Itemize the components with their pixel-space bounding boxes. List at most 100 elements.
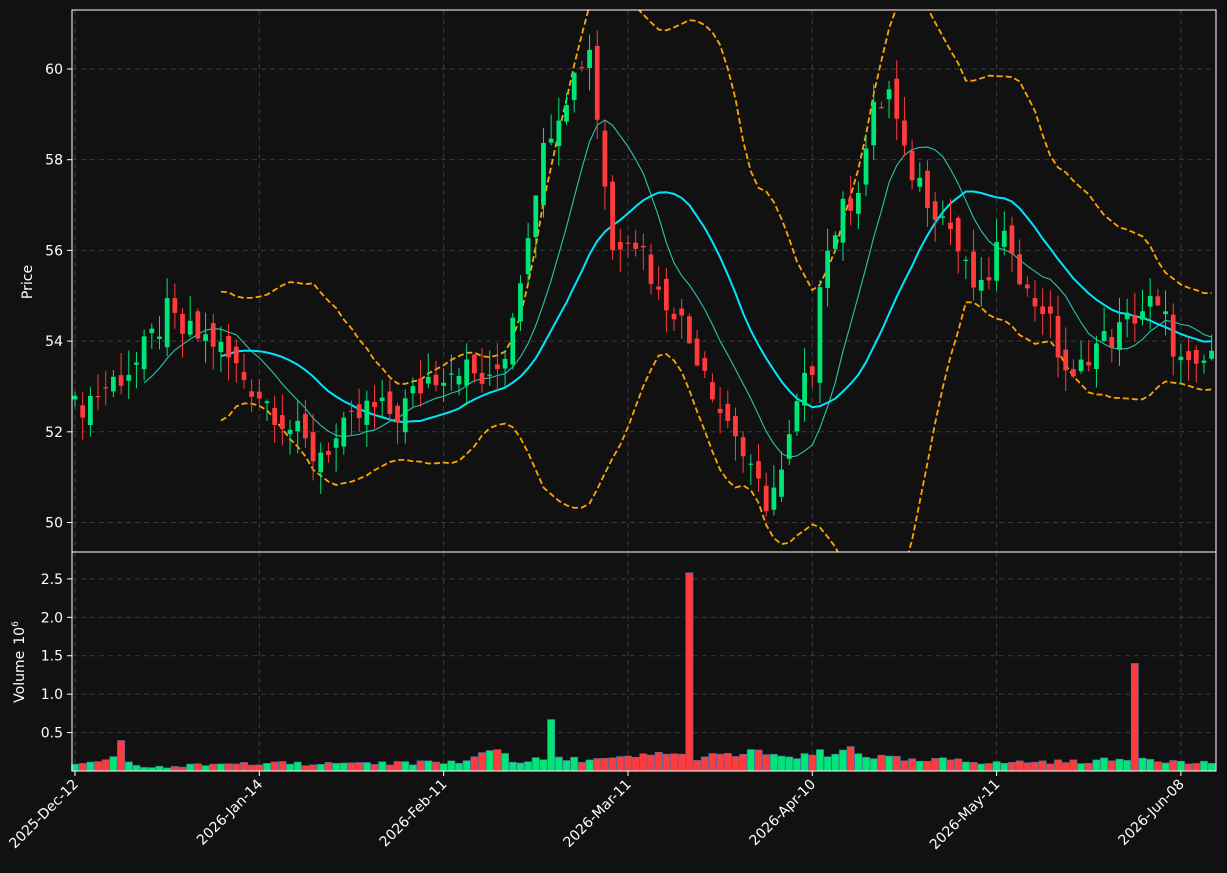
- volume-bar: [862, 756, 870, 772]
- candle-body: [925, 170, 930, 209]
- candle-body: [441, 382, 447, 386]
- volume-bar: [731, 756, 740, 772]
- volume-bar: [508, 761, 517, 772]
- candle-body: [886, 89, 892, 100]
- candle-body: [909, 150, 915, 181]
- candle-body: [87, 395, 93, 426]
- candle-body: [948, 222, 953, 230]
- volume-bar: [1184, 763, 1193, 772]
- volume-bar: [1130, 663, 1139, 772]
- candle-body: [594, 45, 600, 120]
- volume-bar: [1084, 762, 1093, 772]
- volume-bar: [270, 761, 279, 772]
- candle-body: [940, 216, 946, 218]
- candle-body: [456, 375, 462, 385]
- candle-body: [1101, 331, 1107, 342]
- price-tick-label: 50: [45, 516, 63, 532]
- volume-bar: [831, 753, 840, 772]
- candle-body: [579, 67, 585, 69]
- volume-bar: [1192, 763, 1201, 772]
- candle-body: [694, 338, 700, 366]
- candle-body: [425, 376, 431, 384]
- candle-body: [1155, 296, 1161, 306]
- candle-body: [625, 242, 631, 244]
- candle-body: [917, 177, 923, 187]
- candle-body: [295, 420, 301, 432]
- candle-body: [902, 120, 907, 146]
- volume-bar: [954, 758, 963, 772]
- volume-bar: [769, 754, 778, 772]
- volume-bar: [455, 763, 463, 772]
- volume-bar: [401, 761, 410, 772]
- candle-body: [241, 372, 247, 380]
- volume-bar: [1115, 758, 1124, 772]
- candle-body: [126, 374, 132, 381]
- volume-bar: [101, 759, 110, 772]
- volume-bar: [670, 753, 678, 772]
- volume-bar: [562, 760, 571, 772]
- candle-body: [164, 298, 170, 348]
- volume-bar: [685, 572, 694, 772]
- candle-body: [748, 463, 754, 465]
- candle-body: [95, 395, 101, 398]
- candle-body: [710, 382, 715, 400]
- candle-body: [648, 254, 654, 285]
- candle-body: [356, 404, 362, 419]
- candle-body: [733, 415, 738, 437]
- volume-bar: [1007, 762, 1016, 772]
- candle-body: [879, 107, 884, 109]
- volume-bar: [255, 764, 264, 772]
- candle-body: [279, 415, 285, 429]
- candle-body: [349, 410, 354, 412]
- volume-bar: [1046, 763, 1055, 772]
- candle-body: [817, 287, 823, 383]
- volume-bar: [746, 749, 755, 772]
- volume-bar: [608, 757, 617, 772]
- candle-body: [410, 386, 416, 394]
- candle-body: [1109, 337, 1115, 348]
- candle-body: [610, 181, 615, 251]
- candle-body: [1040, 306, 1046, 315]
- candle-body: [487, 374, 493, 376]
- candle-body: [1094, 343, 1099, 370]
- volume-bar: [493, 749, 502, 772]
- volume-bar: [854, 753, 863, 772]
- volume-bar: [140, 767, 149, 772]
- volume-bar: [155, 765, 164, 772]
- candle-body: [1178, 356, 1184, 361]
- candle-body: [955, 217, 961, 252]
- volume-bar: [754, 749, 763, 772]
- candle-body: [1117, 322, 1122, 350]
- candle-body: [172, 298, 178, 313]
- volume-bar: [347, 762, 356, 772]
- volume-bar: [524, 761, 533, 772]
- price-tick-label: 60: [45, 62, 63, 78]
- volume-bar: [946, 759, 955, 772]
- volume-bar: [316, 764, 325, 772]
- volume-bar: [485, 750, 494, 772]
- candle-body: [786, 434, 792, 459]
- volume-bar: [424, 760, 433, 772]
- candle-body: [717, 408, 723, 414]
- volume-bar: [286, 763, 294, 772]
- volume-bar: [900, 760, 909, 772]
- candle-body: [809, 366, 815, 376]
- candle-body: [863, 148, 869, 185]
- candle-body: [1147, 296, 1153, 307]
- candle-body: [402, 398, 408, 433]
- volume-label-text: Volume: [12, 651, 28, 703]
- candle-body: [187, 320, 193, 335]
- candle-body: [825, 250, 831, 288]
- candle-body: [679, 308, 685, 316]
- candle-body: [287, 429, 293, 435]
- volume-bar: [332, 763, 341, 772]
- price-tick-label: 58: [45, 153, 63, 169]
- candle-body: [1063, 349, 1069, 371]
- volume-bar: [1069, 759, 1078, 772]
- candle-body: [871, 101, 877, 146]
- candle-body: [564, 105, 569, 122]
- volume-bar: [439, 763, 448, 772]
- candle-body: [233, 346, 239, 364]
- volume-bar: [109, 756, 118, 772]
- price-tick-label: 54: [45, 334, 63, 350]
